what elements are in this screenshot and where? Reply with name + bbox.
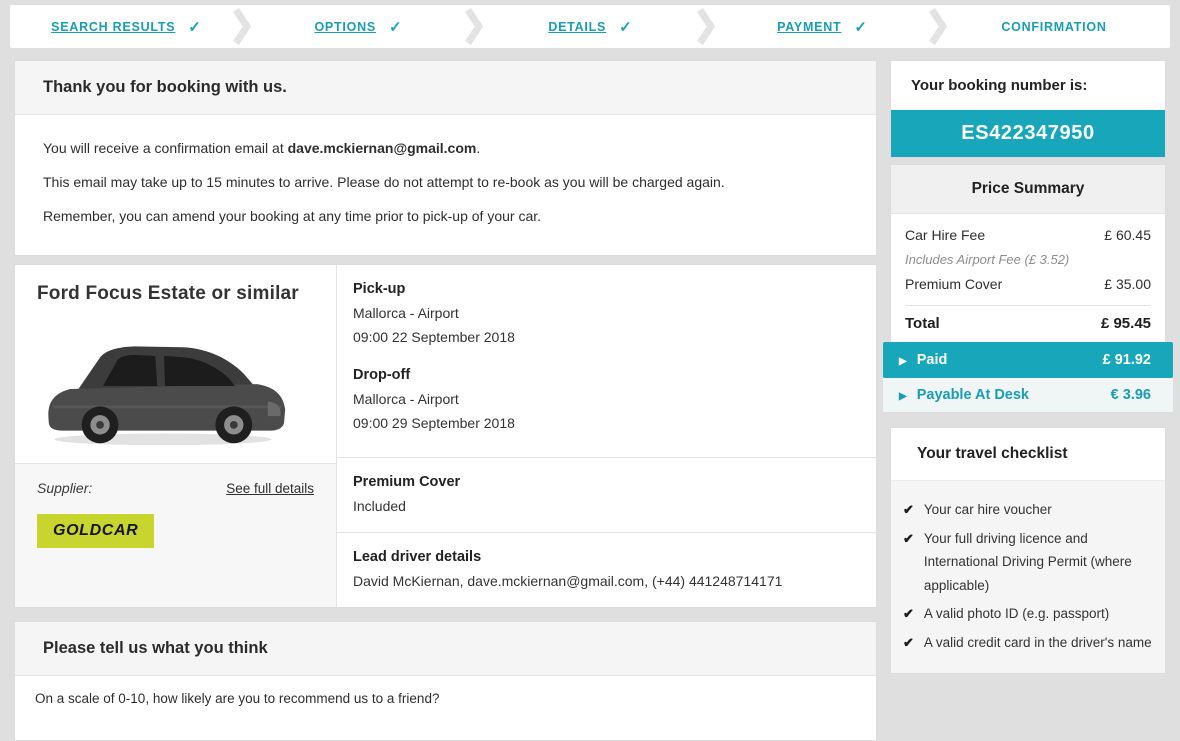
- step-details-link[interactable]: DETAILS: [548, 20, 606, 34]
- payable-at-desk-row[interactable]: ▶ Payable At Desk € 3.96: [883, 378, 1173, 412]
- chevron-separator-icon: [929, 8, 947, 45]
- feedback-heading: Please tell us what you think: [15, 622, 876, 676]
- step-completed-check-icon: ✓: [854, 18, 867, 36]
- dropoff-location: Mallorca - Airport: [353, 387, 860, 411]
- car-image: [39, 319, 291, 457]
- total-value: £ 95.45: [1101, 315, 1151, 332]
- premium-cover-value: Included: [353, 494, 860, 518]
- step-completed-check-icon: ✓: [619, 18, 632, 36]
- travel-checklist-card: Your travel checklist ✔ Your car hire vo…: [890, 427, 1166, 674]
- premium-cover-label: Premium Cover: [353, 470, 860, 494]
- supplier-area: Supplier: See full details GOLDCAR: [15, 463, 336, 607]
- checklist-item: ✔ Your full driving licence and Internat…: [903, 527, 1153, 598]
- amend-booking-text: Remember, you can amend your booking at …: [43, 205, 848, 227]
- pickup-label: Pick-up: [353, 277, 860, 301]
- pickup-datetime: 09:00 22 September 2018: [353, 325, 860, 349]
- chevron-separator-icon: [233, 8, 251, 45]
- main-column: Thank you for booking with us. You will …: [14, 60, 877, 741]
- paid-value: £ 91.92: [1103, 352, 1151, 368]
- pickup-dropoff-block: Pick-up Mallorca - Airport 09:00 22 Sept…: [337, 265, 876, 458]
- car-hire-fee-label: Car Hire Fee: [905, 223, 985, 248]
- check-icon: ✔: [903, 498, 914, 522]
- airport-fee-note: Includes Airport Fee (£ 3.52): [905, 248, 1151, 272]
- payable-value: € 3.96: [1111, 387, 1151, 403]
- lead-driver-block: Lead driver details David McKiernan, dav…: [337, 533, 876, 607]
- sidebar: Your booking number is: ES422347950 Pric…: [890, 60, 1166, 674]
- feedback-question: On a scale of 0-10, how likely are you t…: [15, 676, 876, 722]
- premium-cover-fee-label: Premium Cover: [905, 272, 1002, 297]
- total-label: Total: [905, 315, 940, 332]
- progress-steps-bar: SEARCH RESULTS ✓ OPTIONS ✓ DETAILS ✓ PAY…: [10, 5, 1170, 48]
- price-summary-card: Price Summary Car Hire Fee £ 60.45 Inclu…: [890, 164, 1166, 413]
- checklist-item: ✔ A valid credit card in the driver's na…: [903, 631, 1153, 655]
- total-row: Total £ 95.45: [905, 305, 1151, 342]
- triangle-right-icon: ▶: [899, 391, 907, 402]
- thank-you-body: You will receive a confirmation email at…: [15, 115, 876, 255]
- step-search-results-link[interactable]: SEARCH RESULTS: [51, 20, 175, 34]
- price-rows: Car Hire Fee £ 60.45 Includes Airport Fe…: [891, 214, 1165, 301]
- step-payment[interactable]: PAYMENT ✓: [706, 5, 938, 48]
- lead-driver-value: David McKiernan, dave.mckiernan@gmail.co…: [353, 569, 860, 593]
- booking-number-card: Your booking number is: ES422347950: [890, 60, 1166, 158]
- checklist-item-text: Your full driving licence and Internatio…: [924, 527, 1153, 598]
- dropoff-datetime: 09:00 29 September 2018: [353, 411, 860, 435]
- premium-cover-row: Premium Cover £ 35.00: [905, 272, 1151, 297]
- payable-label: Payable At Desk: [917, 387, 1029, 403]
- premium-cover-fee-value: £ 35.00: [1104, 272, 1151, 297]
- supplier-label: Supplier:: [37, 480, 92, 496]
- step-confirmation-label: CONFIRMATION: [1001, 20, 1106, 34]
- dropoff-label: Drop-off: [353, 363, 860, 387]
- travel-checklist-items: ✔ Your car hire voucher ✔ Your full driv…: [891, 481, 1165, 673]
- paid-label: Paid: [917, 352, 948, 368]
- triangle-right-icon: ▶: [899, 356, 907, 367]
- feedback-card: Please tell us what you think On a scale…: [14, 621, 877, 741]
- travel-checklist-title: Your travel checklist: [891, 428, 1165, 481]
- check-icon: ✔: [903, 602, 914, 626]
- vehicle-left-panel: Ford Focus Estate or similar Supplier: S: [15, 265, 337, 607]
- lead-driver-label: Lead driver details: [353, 545, 860, 569]
- vehicle-card: Ford Focus Estate or similar Supplier: S: [14, 264, 877, 608]
- checklist-item-text: A valid photo ID (e.g. passport): [924, 602, 1109, 626]
- checklist-item: ✔ A valid photo ID (e.g. passport): [903, 602, 1153, 626]
- car-hire-fee-value: £ 60.45: [1104, 223, 1151, 248]
- step-payment-link[interactable]: PAYMENT: [777, 20, 841, 34]
- vehicle-name: Ford Focus Estate or similar: [37, 283, 314, 305]
- checklist-item-text: Your car hire voucher: [924, 498, 1052, 522]
- pickup-location: Mallorca - Airport: [353, 301, 860, 325]
- checklist-item-text: A valid credit card in the driver's name: [924, 631, 1152, 655]
- step-search-results[interactable]: SEARCH RESULTS ✓: [10, 5, 242, 48]
- supplier-logo: GOLDCAR: [37, 514, 154, 548]
- chevron-separator-icon: [697, 8, 715, 45]
- paid-row[interactable]: ▶ Paid £ 91.92: [883, 342, 1173, 378]
- step-completed-check-icon: ✓: [389, 18, 402, 36]
- thank-you-card: Thank you for booking with us. You will …: [14, 60, 877, 256]
- car-hire-fee-row: Car Hire Fee £ 60.45: [905, 223, 1151, 248]
- step-options-link[interactable]: OPTIONS: [314, 20, 376, 34]
- check-icon: ✔: [903, 631, 914, 655]
- booking-number-value: ES422347950: [891, 110, 1165, 157]
- booking-number-label: Your booking number is:: [891, 61, 1165, 110]
- email-delay-text: This email may take up to 15 minutes to …: [43, 171, 848, 193]
- step-completed-check-icon: ✓: [188, 18, 201, 36]
- thank-you-heading: Thank you for booking with us.: [15, 61, 876, 115]
- step-options[interactable]: OPTIONS ✓: [242, 5, 474, 48]
- price-summary-title: Price Summary: [891, 165, 1165, 214]
- premium-cover-block: Premium Cover Included: [337, 458, 876, 533]
- checklist-item: ✔ Your car hire voucher: [903, 498, 1153, 522]
- step-details[interactable]: DETAILS ✓: [474, 5, 706, 48]
- see-full-details-link[interactable]: See full details: [226, 481, 314, 496]
- confirmation-email-text: You will receive a confirmation email at…: [43, 137, 848, 159]
- check-icon: ✔: [903, 527, 914, 598]
- step-confirmation: CONFIRMATION: [938, 5, 1170, 48]
- vehicle-details-panel: Pick-up Mallorca - Airport 09:00 22 Sept…: [337, 265, 876, 607]
- confirmation-email-address: dave.mckiernan@gmail.com: [288, 140, 477, 156]
- chevron-separator-icon: [465, 8, 483, 45]
